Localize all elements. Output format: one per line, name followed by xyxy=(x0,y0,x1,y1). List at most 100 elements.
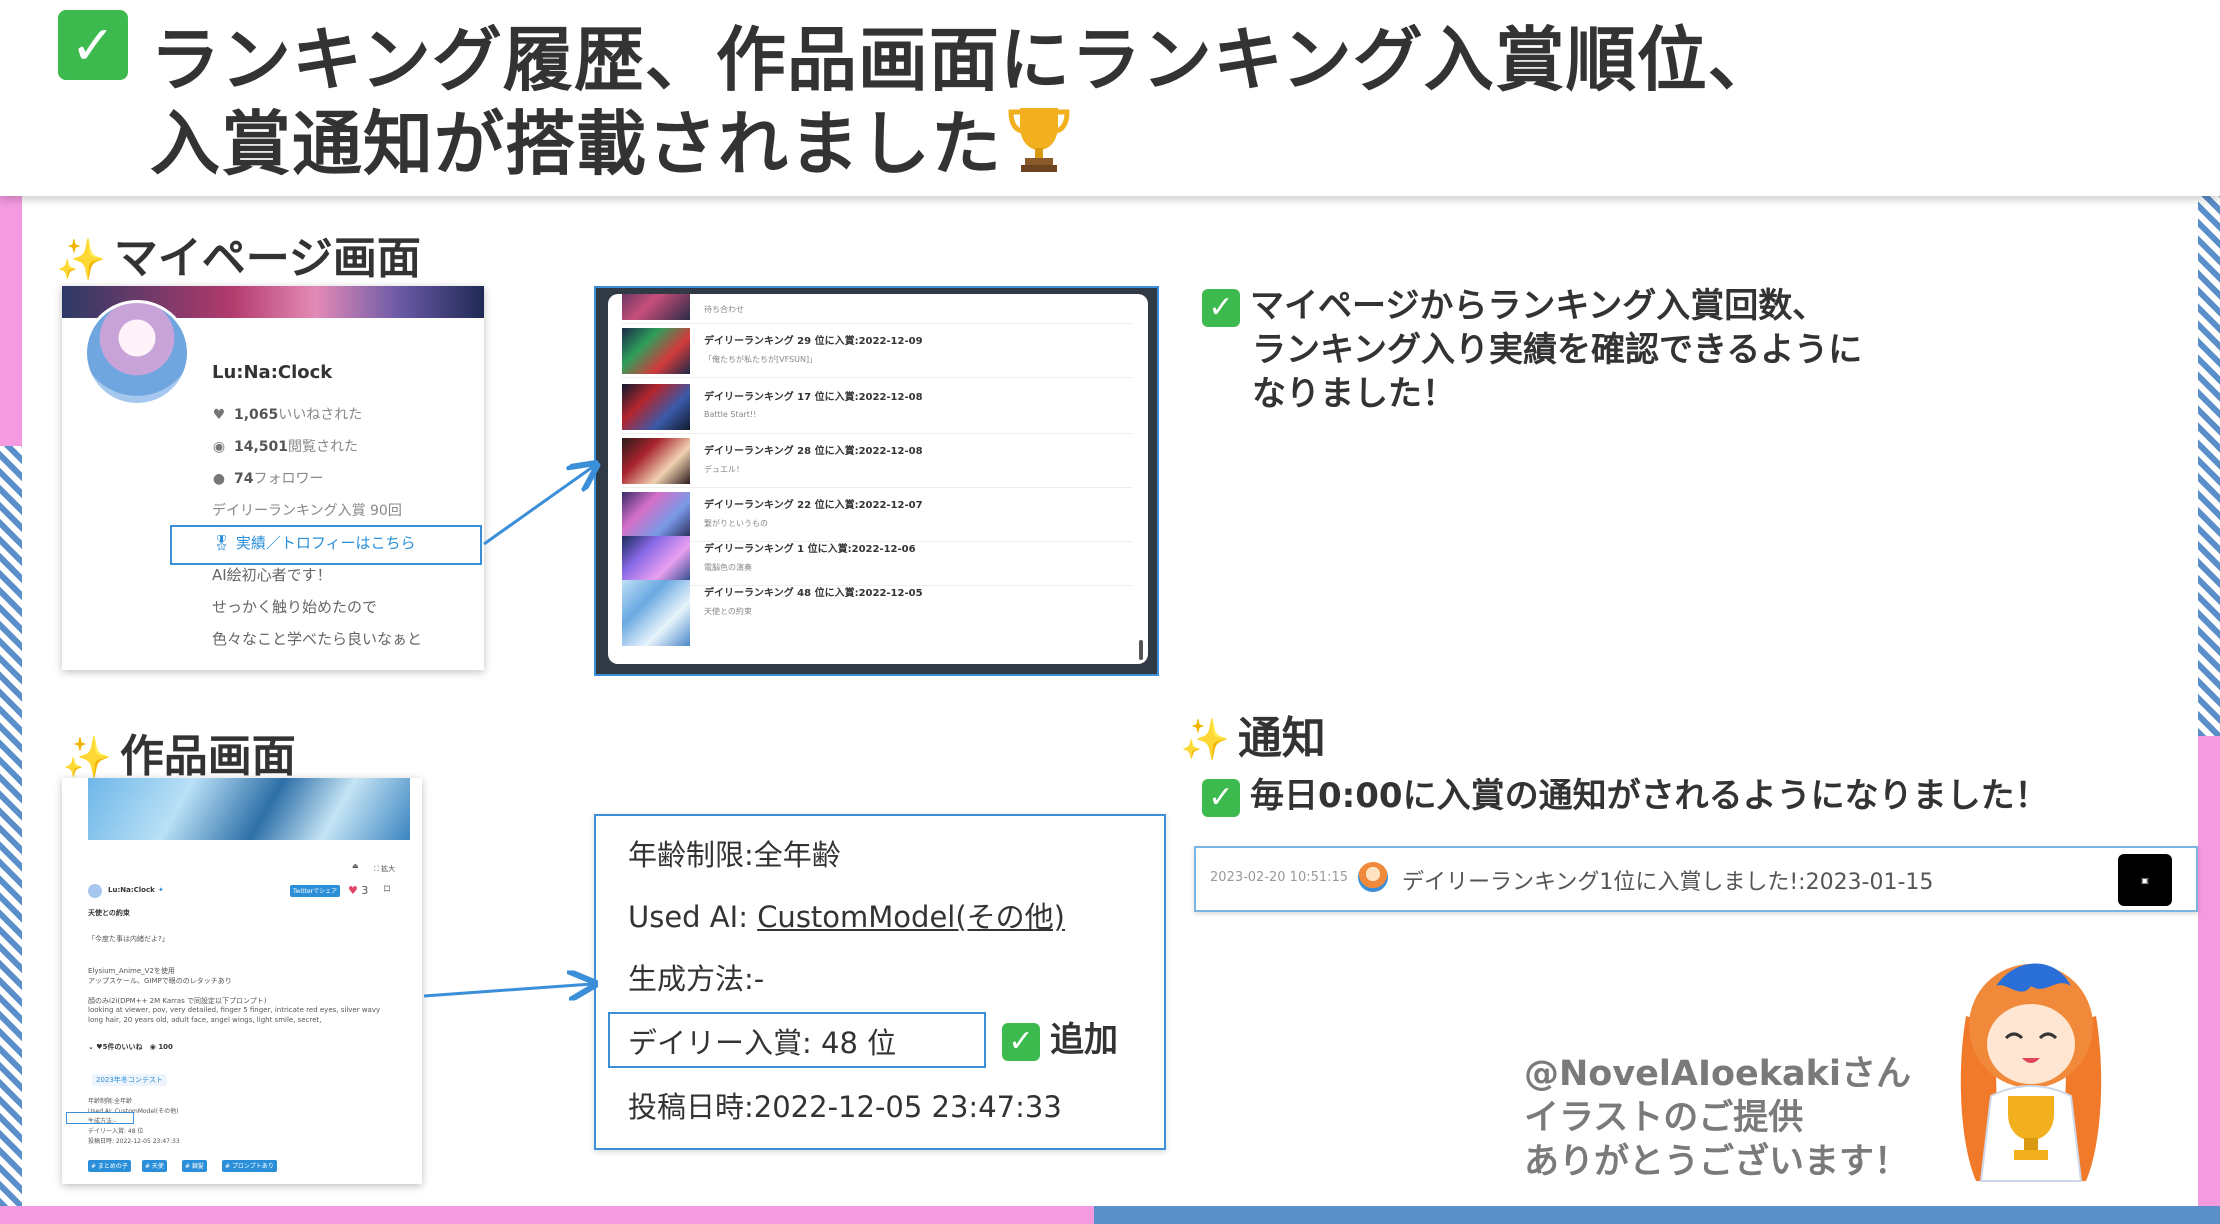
history-thumbnail xyxy=(622,536,690,582)
followers-count: 74 xyxy=(234,471,254,487)
share-twitter-button[interactable]: Twitterでシェア xyxy=(290,885,341,897)
notification-message: デイリーランキング1位に入賞しました!:2023-01-15 xyxy=(1402,870,1934,895)
expand-label: 拡大 xyxy=(381,865,396,873)
title-line-2-text: 入賞通知が搭載されました xyxy=(150,103,1002,185)
used-ai-link[interactable]: CustomModel(その他) xyxy=(757,900,1065,934)
author-avatar[interactable] xyxy=(88,884,102,898)
notification-thumbnail[interactable]: ▣ xyxy=(2118,854,2172,906)
arrow-to-history xyxy=(483,466,594,546)
contest-tag[interactable]: 2023年冬コンテスト xyxy=(92,1074,167,1086)
download-icon[interactable]: ⏏ xyxy=(352,862,359,870)
notification-heading: ✨ 通知 xyxy=(1180,702,1326,766)
history-work-title: デュエル！ xyxy=(704,465,744,474)
view-summary: 100 xyxy=(158,1043,173,1051)
history-row[interactable]: デイリーランキング 48 位に入賞:2022-12-05 天使との約束 xyxy=(622,578,1132,650)
history-work-title: 待ち合わせ xyxy=(704,305,744,314)
mypage-heading: ✨ マイページ画面 xyxy=(56,222,421,286)
credit-text: @NovelAIoekakiさん イラストのご提供 ありがとうございます！ xyxy=(1524,1052,1911,1184)
followers-stat: ● 74フォロワー xyxy=(212,468,324,488)
avatar xyxy=(1358,862,1388,892)
author-name[interactable]: Lu:Na:Clock xyxy=(108,886,155,894)
scrollbar[interactable] xyxy=(1139,640,1143,660)
like-count-value: 3 xyxy=(361,884,369,897)
artwork-image[interactable] xyxy=(88,778,410,840)
meta-posted: 投稿日時: 2022-12-05 23:47:33 xyxy=(88,1138,180,1145)
notification-item[interactable]: 2023-02-20 10:51:15 デイリーランキング1位に入賞しました!:… xyxy=(1194,846,2198,912)
ranking-history-panel: 待ち合わせ デイリーランキング 29 位に入賞:2022-12-09 「俺たちが… xyxy=(608,294,1148,664)
artwork-info-box: 年齢制限:全年齢 Used AI: CustomModel(その他) 生成方法:… xyxy=(594,814,1166,1150)
expand-button[interactable]: ⛶ 拡大 xyxy=(374,864,395,874)
desc-line-5: long hair, 20 years old, adult face, ang… xyxy=(88,1016,322,1024)
bio-line-2: せっかく触り始めたので xyxy=(212,598,378,616)
ranking-entries: デイリーランキング入賞 90回 xyxy=(212,503,402,519)
notification-time: 2023-02-20 10:51:15 xyxy=(1210,870,1349,885)
history-row[interactable]: デイリーランキング 29 位に入賞:2022-12-09 「俺たちが私たちが[V… xyxy=(622,326,1132,378)
bookmark-icon[interactable]: ⌑ xyxy=(384,882,390,896)
views-label: 閲覧された xyxy=(288,439,359,455)
sparkles-icon: ✨ xyxy=(56,237,106,283)
arrow-to-info xyxy=(423,984,592,996)
tag-chip[interactable]: # 銀髪 xyxy=(182,1160,207,1172)
frame-left-pink xyxy=(0,196,22,446)
history-work-title: 「俺たちが私たちが[VFSUN]」 xyxy=(704,355,818,364)
title-bar: ✓ ランキング履歴、作品画面にランキング入賞順位、 入賞通知が搭載されました xyxy=(0,0,2220,196)
credit-line-2: イラストのご提供 xyxy=(1524,1098,1804,1138)
check-mark-icon: ✓ xyxy=(58,10,128,80)
followers-label: フォロワー xyxy=(253,471,324,487)
history-thumbnail xyxy=(622,492,690,538)
history-row[interactable]: デイリーランキング 17 位に入賞:2022-12-08 Battle Star… xyxy=(622,382,1132,434)
info-used-ai: Used AI: CustomModel(その他) xyxy=(628,894,1065,936)
eye-icon: ◉ xyxy=(212,439,226,455)
frame-right-stripes xyxy=(2198,196,2220,736)
tag-chip[interactable]: # プロンプトあり xyxy=(222,1160,277,1172)
history-work-title: Battle Start!! xyxy=(704,410,757,419)
notification-bullet-text: 毎日0:00に入賞の通知がされるようになりました！ xyxy=(1250,776,2049,816)
check-mark-icon: ✓ xyxy=(1202,778,1240,817)
desc-line-3: 顔のみi2i(DPM++ 2M Karras で同設定以下プロンプト) xyxy=(88,997,267,1005)
mypage-bullet-line-1: マイページからランキング入賞回数、 xyxy=(1250,286,1827,326)
history-row[interactable]: デイリーランキング 28 位に入賞:2022-12-08 デュエル！ xyxy=(622,436,1132,488)
like-count[interactable]: ♥ 3 xyxy=(348,884,368,897)
trophy-icon xyxy=(1008,102,1070,174)
artwork-heading: ✨ 作品画面 xyxy=(62,720,296,784)
history-thumbnail xyxy=(622,294,690,320)
used-ai-label: Used AI: xyxy=(628,900,748,934)
likes-label: いいねされた xyxy=(278,407,363,423)
meta-rank: デイリー入賞: 48 位 xyxy=(88,1128,144,1135)
avatar[interactable] xyxy=(84,300,190,406)
credit-line-1: @NovelAIoekakiさん xyxy=(1524,1054,1911,1094)
history-title: デイリーランキング 22 位に入賞:2022-12-07 xyxy=(704,500,923,511)
sparkles-icon: ✨ xyxy=(1180,717,1230,763)
heart-icon: ♥ xyxy=(212,407,226,423)
artwork-heading-text: 作品画面 xyxy=(119,731,296,782)
like-summary[interactable]: ⌄ ♥5件のいいね ◉ 100 xyxy=(88,1042,173,1052)
bio-line-3: 色々なこと学べたら良いなぁと xyxy=(212,630,423,648)
frame-left-stripes xyxy=(0,446,22,1206)
history-row-partial[interactable]: 待ち合わせ xyxy=(622,294,1132,324)
ranking-history-window: 待ち合わせ デイリーランキング 29 位に入賞:2022-12-09 「俺たちが… xyxy=(594,286,1159,676)
trophy-link-highlight xyxy=(170,525,482,565)
tag-chip[interactable]: # まとめの子 xyxy=(88,1160,131,1172)
history-work-title: 天使との約束 xyxy=(704,607,752,616)
mypage-heading-text: マイページ画面 xyxy=(113,233,421,284)
history-title: デイリーランキング 17 位に入賞:2022-12-08 xyxy=(704,392,923,403)
history-title: デイリーランキング 28 位に入賞:2022-12-08 xyxy=(704,446,923,457)
meta-age: 年齢制限:全年齢 xyxy=(88,1098,133,1105)
history-title: デイリーランキング 29 位に入賞:2022-12-09 xyxy=(704,336,923,347)
tag-chip[interactable]: # 天使 xyxy=(142,1160,167,1172)
desc-line-4: looking at viewer, pov, very detailed, f… xyxy=(88,1006,381,1014)
profile-name: Lu:Na:Clock xyxy=(212,362,333,383)
history-work-title: 繋がりというもの xyxy=(704,519,768,528)
notification-bullet: ✓ 毎日0:00に入賞の通知がされるようになりました！ xyxy=(1202,774,2049,818)
mypage-bullet-line-3: なりました！ xyxy=(1252,374,1456,414)
notification-heading-text: 通知 xyxy=(1237,713,1326,764)
info-posted: 投稿日時:2022-12-05 23:47:33 xyxy=(628,1090,1062,1124)
history-thumbnail xyxy=(622,438,690,484)
history-title: デイリーランキング 1 位に入賞:2022-12-06 xyxy=(704,544,916,555)
frame-bottom-blue xyxy=(1094,1206,2220,1224)
profile-card: Lu:Na:Clock ♥ 1,065いいねされた ◉ 14,501閲覧された ● 7… xyxy=(62,286,484,670)
check-mark-icon: ✓ xyxy=(1002,1022,1040,1061)
bio-line-1: AI絵初心者です！ xyxy=(212,566,332,584)
frame-right-pink xyxy=(2198,736,2220,1206)
info-age: 年齢制限:全年齢 xyxy=(628,838,841,872)
